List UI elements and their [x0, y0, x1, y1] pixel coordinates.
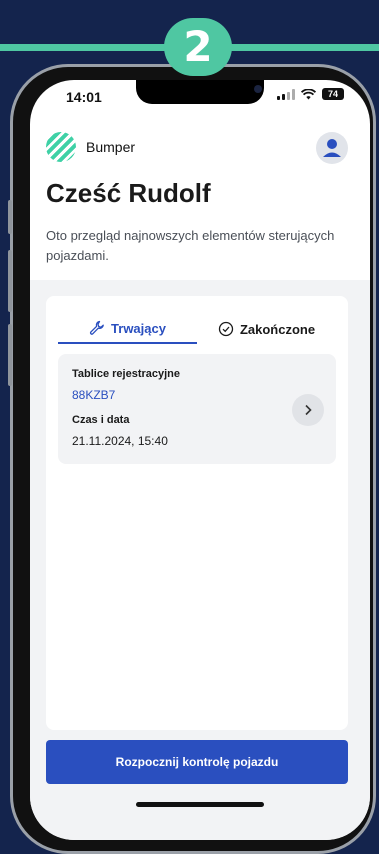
datetime-value: 21.11.2024, 15:40: [72, 434, 168, 448]
phone-mute-button: [8, 200, 12, 234]
battery-icon: 74: [322, 88, 344, 100]
start-inspection-button[interactable]: Rozpocznij kontrolę pojazdu: [46, 740, 348, 784]
app-screen: 14:01 74 Bumper Cześć Rudolf Oto przeglą…: [30, 80, 370, 840]
tabs: Trwający Zakończone: [58, 314, 336, 344]
home-indicator: [136, 802, 264, 807]
app-header: Bumper: [46, 132, 135, 162]
avatar[interactable]: [316, 132, 348, 164]
plate-value: 88KZB7: [72, 388, 116, 402]
wrench-icon: [89, 320, 104, 335]
page-title: Cześć Rudolf: [46, 178, 211, 208]
status-icons: 74: [277, 88, 344, 100]
phone-volume-down-button: [8, 324, 12, 386]
notch: [136, 80, 264, 104]
status-time: 14:01: [66, 89, 102, 105]
content-area: Trwający Zakończone Tablice rejestracyjn…: [30, 280, 370, 840]
tab-completed[interactable]: Zakończone: [197, 314, 336, 344]
tab-ongoing-label: Trwający: [111, 320, 166, 336]
open-item-button[interactable]: [292, 394, 324, 426]
camera-icon: [254, 85, 262, 93]
plate-label: Tablice rejestracyjne: [72, 368, 181, 380]
tab-completed-label: Zakończone: [239, 321, 316, 337]
datetime-label: Czas i data: [72, 414, 130, 426]
bumper-logo-icon: [46, 132, 76, 162]
phone-volume-up-button: [8, 250, 12, 312]
check-circle-icon: [218, 321, 234, 337]
page-subtitle: Oto przegląd najnowszych elementów steru…: [46, 228, 335, 263]
step-badge: 2: [164, 18, 232, 76]
brand-name: Bumper: [86, 139, 136, 155]
inspections-card: Trwający Zakończone Tablice rejestracyjn…: [46, 296, 348, 730]
list-item[interactable]: Tablice rejestracyjne 88KZB7 Czas i data…: [58, 354, 336, 464]
wifi-icon: [301, 88, 316, 99]
user-icon: [323, 139, 341, 157]
tab-ongoing[interactable]: Trwający: [58, 314, 197, 344]
signal-icon: [277, 88, 295, 100]
chevron-right-icon: [305, 404, 312, 416]
